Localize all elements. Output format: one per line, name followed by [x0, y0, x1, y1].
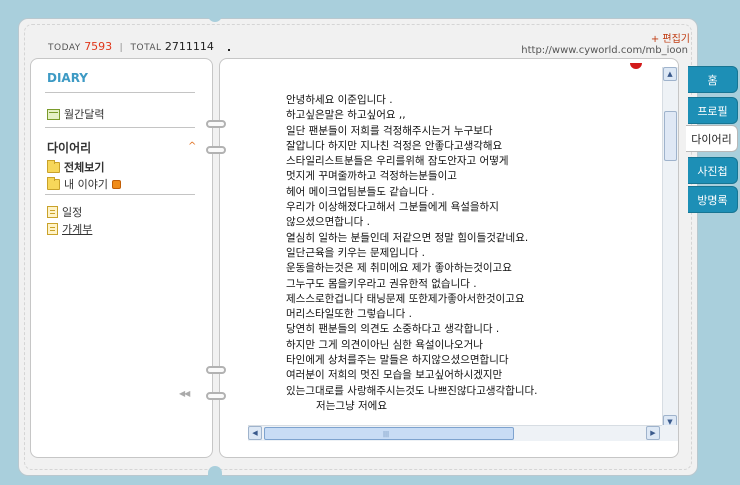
divider: [45, 127, 195, 128]
sidebar-item-label: 가계부: [62, 223, 93, 236]
sidebar-item-all[interactable]: 전체보기: [47, 159, 104, 175]
diary-sidebar: DIARY 월간달력 다이어리 ^ 전체보기 내 이야기 일정 가계부 ◀◀: [30, 58, 213, 458]
post-line: 운동을하는것은 제 취미에요 제가 좋아하는것이고요: [286, 262, 512, 275]
post-line: 머리스타일또한 그렇습니다 .: [286, 308, 412, 321]
post-line: 그누구도 몸을키우라고 권유한적 없습니다 .: [286, 277, 477, 290]
collapse-caret-icon[interactable]: ^: [188, 141, 196, 152]
today-count: 7593: [84, 40, 113, 53]
sidebar-item-label: 일정: [62, 206, 83, 219]
horizontal-scroll-thumb[interactable]: |||: [264, 427, 514, 440]
sidebar-item-label: 전체보기: [64, 161, 105, 174]
tab-photos[interactable]: 사진첩: [688, 157, 738, 184]
post-line: 여러분이 저희의 멋진 모습을 보고싶어하시겠지만: [286, 369, 503, 382]
sidebar-item-label: 내 이야기: [64, 178, 108, 191]
prev-page-arrows-icon[interactable]: ◀◀: [179, 389, 190, 398]
vertical-scroll-thumb[interactable]: [664, 111, 677, 161]
post-line: 일단 팬분들이 저희를 걱정해주시는거 누구보다: [286, 124, 493, 137]
scroll-corner: [662, 425, 678, 441]
today-label: TODAY: [48, 43, 81, 53]
post-line: 있는그대로를 사랑해주시는것도 나쁘진않다고생각합니다.: [286, 384, 538, 397]
post-line: 하고싶은말은 하고싶어요 ,,: [286, 109, 406, 122]
visitor-counter: TODAY 7593 | TOTAL 2711114: [48, 40, 214, 53]
binder-ring: [206, 146, 226, 154]
tab-diary[interactable]: 다이어리: [686, 125, 738, 152]
horizontal-scrollbar[interactable]: ◀ ||| ▶: [248, 425, 662, 441]
vertical-scrollbar[interactable]: ▲ ▼: [662, 67, 678, 431]
post-line: 않으셨으면합니다 .: [286, 216, 370, 229]
scroll-right-arrow-icon[interactable]: ▶: [646, 426, 660, 440]
sidebar-item-my-story[interactable]: 내 이야기: [47, 176, 121, 192]
open-folder-icon: [47, 159, 60, 173]
post-line: 멋지게 꾸며줄까하고 걱정하는분들이고: [286, 170, 457, 183]
scroll-up-arrow-icon[interactable]: ▲: [663, 67, 677, 81]
tab-profile[interactable]: 프로필: [688, 97, 738, 124]
calendar-icon: [47, 108, 60, 120]
total-count: 2711114: [164, 40, 214, 53]
post-line: 일단근육을 키우는 문제입니다 .: [286, 246, 425, 259]
grip-icon: |||: [383, 431, 390, 438]
post-line: 타인에게 상처를주는 말들은 하지않으셨으면합니다: [286, 354, 509, 367]
homepage-url[interactable]: http://www.cyworld.com/mb_ioon: [521, 45, 688, 56]
binder-notch-bottom: [208, 466, 222, 485]
diary-content-panel: 안녕하세요 이준입니다 . 하고싶은말은 하고싶어요 ,, 일단 팬분들이 저희를 …: [219, 58, 679, 458]
tab-guestbook[interactable]: 방명록: [688, 186, 738, 213]
document-icon: [47, 223, 58, 235]
post-line: 잘압니다 하지만 지나친 걱정은 안좋다고생각해요: [286, 139, 503, 152]
sidebar-item-calendar[interactable]: 월간달력: [47, 106, 104, 122]
post-line: 안녕하세요 이준입니다 .: [286, 94, 393, 106]
folder-icon: [47, 176, 60, 190]
dot-mark: [228, 49, 230, 51]
post-line: 우리가 이상해졌다고해서 그분들에게 욕설을하지: [286, 201, 499, 214]
tab-home[interactable]: 홈: [688, 66, 738, 93]
document-icon: [47, 206, 58, 218]
counter-separator: |: [119, 43, 124, 53]
scroll-left-arrow-icon[interactable]: ◀: [248, 426, 262, 440]
edit-link[interactable]: + 편집기: [651, 30, 690, 45]
new-badge-icon: [111, 179, 121, 189]
post-line: 열심히 일하는 분들인데 저같으면 정말 힘이들것같네요.: [286, 231, 529, 244]
post-line: 하지만 그게 의견이아닌 심한 욕설이나오거나: [286, 338, 483, 351]
post-line: 헤어 메이크업팀분들도 같습니다 .: [286, 185, 435, 198]
sidebar-item-schedule[interactable]: 일정: [47, 204, 82, 220]
divider: [45, 92, 195, 93]
binder-ring: [206, 392, 226, 400]
red-bookmark: [630, 63, 642, 69]
post-line: 저는그냥 저에요: [286, 399, 387, 412]
post-line: 제스스로한겁니다 태닝문제 또한제가좋아서한것이고요: [286, 292, 525, 305]
total-label: TOTAL: [130, 43, 162, 53]
post-line: 스타일리스트분들은 우리를위해 잠도안자고 어떻게: [286, 155, 509, 168]
divider: [45, 194, 195, 195]
binder-notch-top: [208, 0, 222, 22]
post-line: 당연히 팬분들의 의견도 소중하다고 생각합니다 .: [286, 323, 500, 336]
diary-post-body: 안녕하세요 이준입니다 . 하고싶은말은 하고싶어요 ,, 일단 팬분들이 저희를 …: [286, 93, 538, 414]
sidebar-item-budget[interactable]: 가계부: [47, 221, 92, 237]
binder-ring: [206, 120, 226, 128]
sidebar-title: DIARY: [47, 71, 88, 85]
binder-ring: [206, 366, 226, 374]
calendar-label: 월간달력: [64, 108, 105, 121]
section-title-diary: 다이어리: [47, 141, 92, 155]
